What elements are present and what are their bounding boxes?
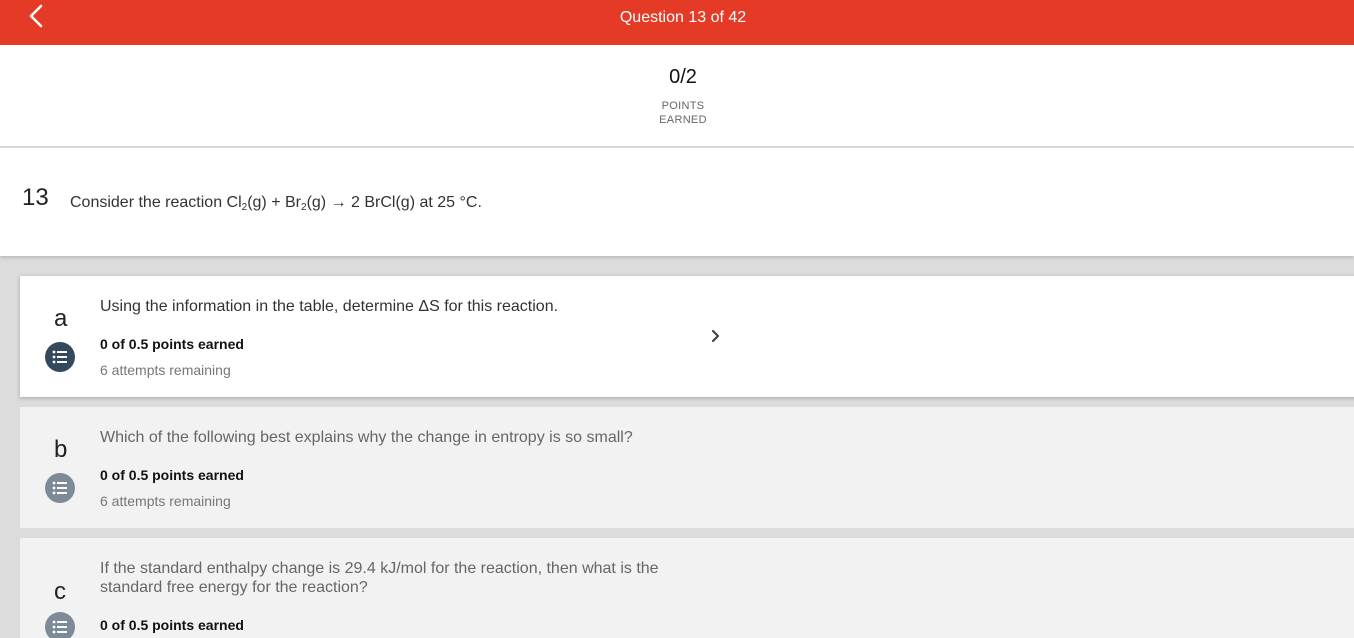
- chevron-right-icon[interactable]: [708, 328, 724, 344]
- part-letter: a: [54, 305, 68, 332]
- points-label-line1: POINTS: [661, 100, 705, 112]
- part-question-text: Using the information in the table, dete…: [100, 298, 559, 315]
- part-letter: c: [54, 578, 66, 605]
- question-text-part: (g) + Br: [247, 194, 301, 211]
- part-card-c[interactable]: c If the standard enthalpy change is 29.…: [20, 538, 1354, 638]
- part-card-b[interactable]: b Which of the following best explains w…: [20, 407, 1354, 528]
- points-label-line2: EARNED: [659, 114, 707, 126]
- score-panel: 0/2 POINTS EARNED: [0, 45, 1354, 147]
- points-earned-value: 0/2: [669, 66, 697, 88]
- points-earned-label: POINTS EARNED: [0, 99, 1354, 127]
- part-attempts-remaining: 6 attempts remaining: [100, 362, 231, 378]
- part-points-earned: 0 of 0.5 points earned: [100, 336, 244, 352]
- question-text-part: Consider the reaction Cl: [70, 194, 242, 211]
- question-number: 13: [22, 184, 49, 211]
- list-icon: [45, 612, 75, 638]
- part-points-earned: 0 of 0.5 points earned: [100, 467, 244, 483]
- question-panel: 13 Consider the reaction Cl2(g) + Br2(g)…: [0, 148, 1354, 256]
- list-icon: [45, 342, 75, 372]
- question-counter: Question 13 of 42: [619, 9, 747, 26]
- top-bar: Question 13 of 42: [0, 0, 1354, 45]
- part-letter: b: [54, 436, 68, 463]
- question-text: Consider the reaction Cl2(g) + Br2(g) → …: [70, 194, 482, 213]
- question-text-part: (g) → 2 BrCl(g) at 25 °C.: [306, 194, 482, 211]
- part-card-a[interactable]: a Using the information in the table, de…: [20, 276, 1354, 397]
- list-icon: [45, 473, 75, 503]
- part-question-text: Which of the following best explains why…: [100, 429, 633, 446]
- part-attempts-remaining: 6 attempts remaining: [100, 493, 231, 509]
- part-question-text: If the standard enthalpy change is 29.4 …: [100, 560, 659, 596]
- part-points-earned: 0 of 0.5 points earned: [100, 617, 244, 633]
